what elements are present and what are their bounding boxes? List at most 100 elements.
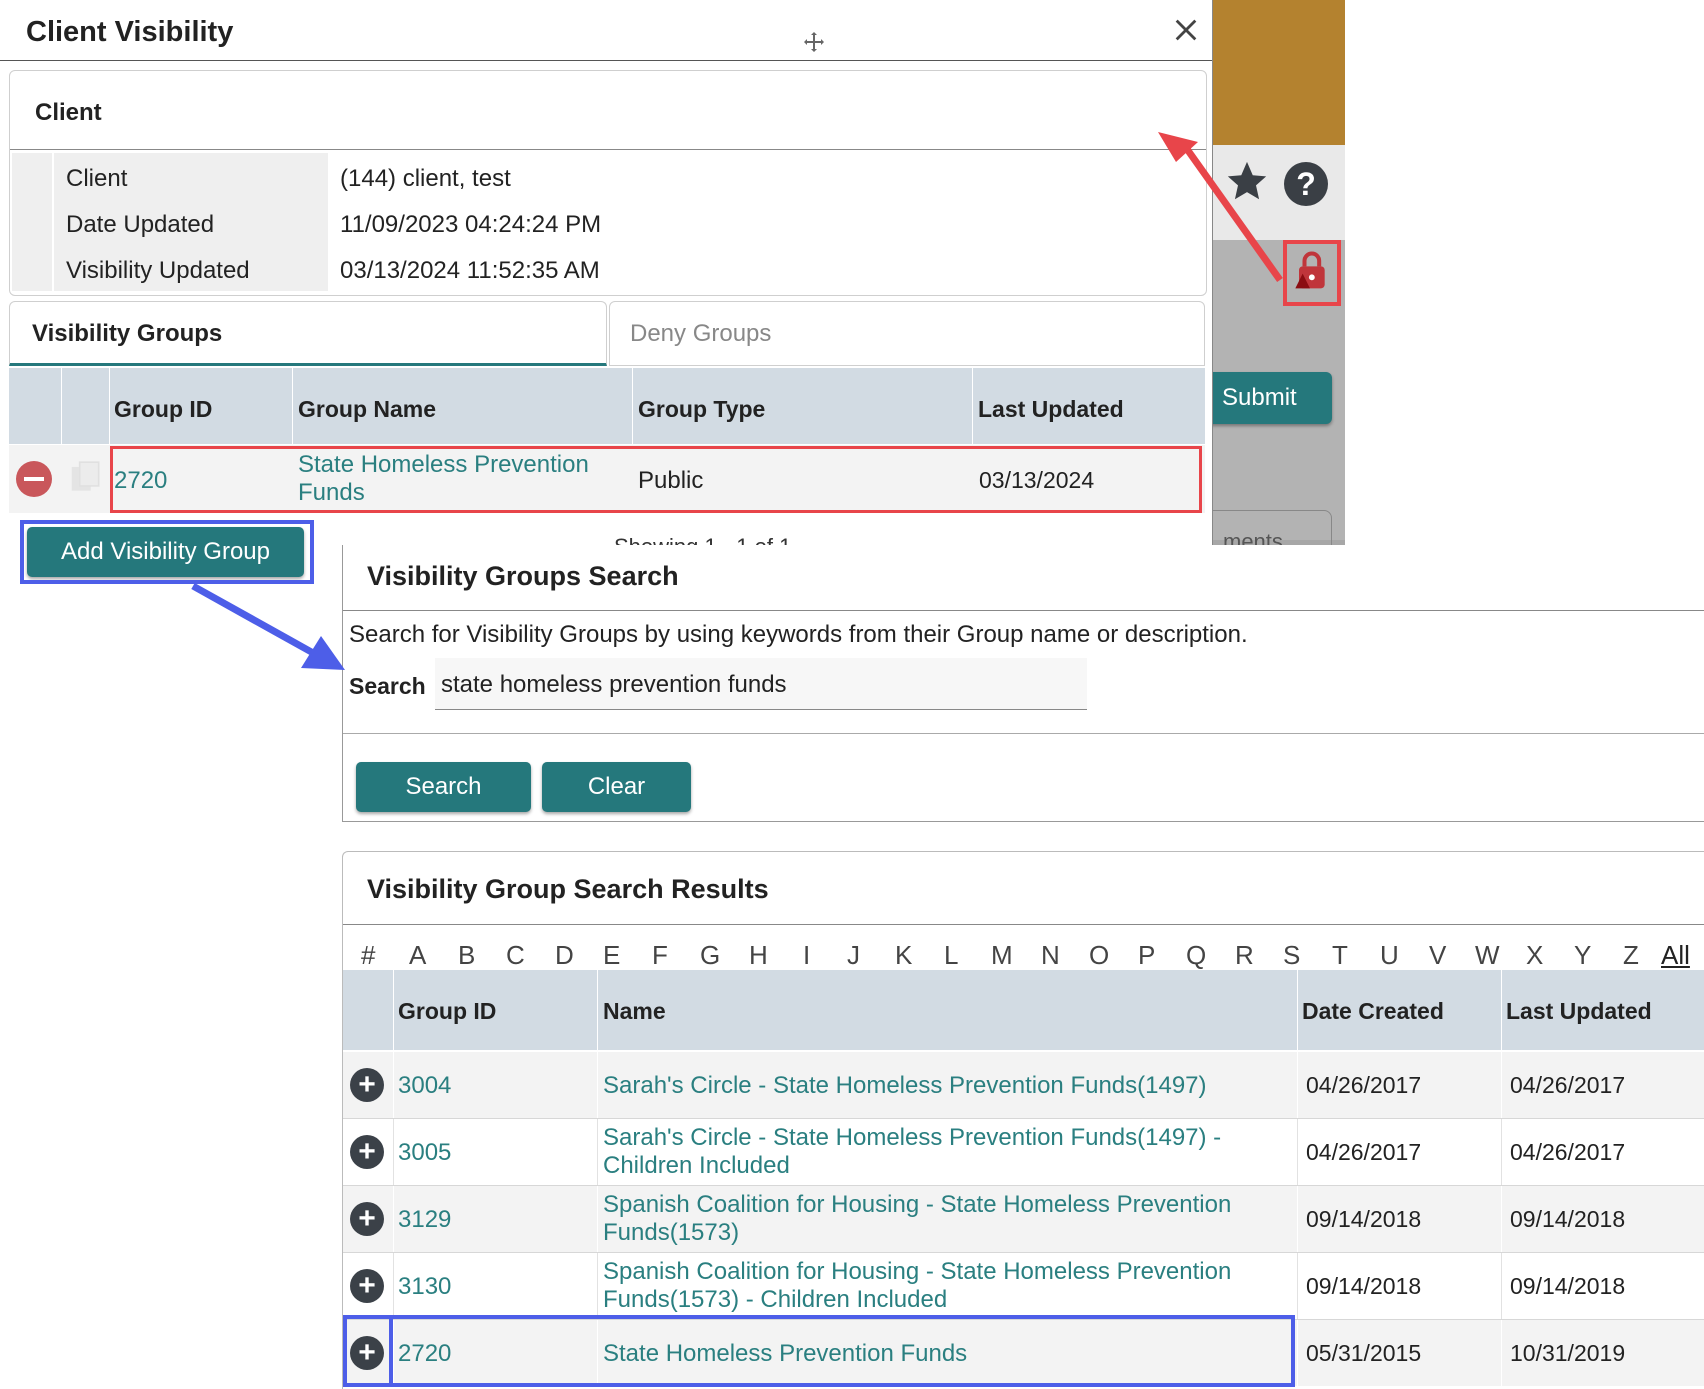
- search-description: Search for Visibility Groups by using ke…: [349, 621, 1248, 648]
- col-header-group-type[interactable]: Group Type: [638, 396, 765, 423]
- close-icon[interactable]: [1172, 16, 1200, 44]
- alpha-filter-hash[interactable]: #: [361, 940, 375, 971]
- results-col-date-created[interactable]: Date Created: [1302, 998, 1444, 1025]
- alpha-filter-n[interactable]: N: [1041, 940, 1060, 971]
- alpha-filter-z[interactable]: Z: [1623, 940, 1639, 971]
- client-section-title: Client: [35, 99, 102, 126]
- alpha-filter-v[interactable]: V: [1429, 940, 1446, 971]
- alpha-filter-i[interactable]: I: [803, 940, 810, 971]
- tab-deny-groups[interactable]: Deny Groups: [609, 301, 1205, 366]
- add-icon[interactable]: +: [350, 1202, 384, 1236]
- alpha-filter-w[interactable]: W: [1475, 940, 1500, 971]
- results-divider: [343, 924, 1704, 925]
- info-value: 03/13/2024 11:52:35 AM: [340, 257, 600, 284]
- annotation-arrow-red: [1158, 132, 1283, 283]
- col-header-group-name[interactable]: Group Name: [298, 396, 436, 423]
- alpha-filter-e[interactable]: E: [603, 940, 620, 971]
- client-visibility-modal: Client Visibility Client Client (144) cl…: [0, 0, 1213, 588]
- result-date-created: 09/14/2018: [1306, 1273, 1422, 1299]
- alpha-filter-p[interactable]: P: [1138, 940, 1155, 971]
- table-row: + 3005 Sarah's Circle - State Homeless P…: [343, 1119, 1704, 1186]
- alpha-filter-t[interactable]: T: [1332, 940, 1348, 971]
- background-tab-partial[interactable]: ments: [1212, 510, 1332, 545]
- result-date-created: 09/14/2018: [1306, 1206, 1422, 1232]
- highlight-add-icon-blue: [343, 1315, 393, 1387]
- clear-button[interactable]: Clear: [542, 762, 691, 812]
- result-group-id-link[interactable]: 3129: [398, 1206, 451, 1234]
- alpha-filter-r[interactable]: R: [1235, 940, 1254, 971]
- results-table-header: Group ID Name Date Created Last Updated: [343, 970, 1704, 1050]
- highlight-add-button-blue: [20, 520, 314, 584]
- alpha-filter-o[interactable]: O: [1089, 940, 1109, 971]
- highlight-lock-red: [1283, 240, 1341, 306]
- result-date-created: 04/26/2017: [1306, 1072, 1422, 1098]
- info-row: Visibility Updated 03/13/2024 11:52:35 A…: [12, 245, 1202, 291]
- info-row: Date Updated 11/09/2023 04:24:24 PM: [12, 199, 1202, 245]
- result-date-created: 04/26/2017: [1306, 1139, 1422, 1165]
- result-name-link[interactable]: Spanish Coalition for Housing - State Ho…: [603, 1258, 1233, 1314]
- result-last-updated: 04/26/2017: [1510, 1139, 1626, 1165]
- result-name-link[interactable]: Spanish Coalition for Housing - State Ho…: [603, 1191, 1233, 1247]
- search-label: Search: [349, 673, 426, 699]
- result-name-link[interactable]: Sarah's Circle - State Homeless Preventi…: [603, 1124, 1293, 1180]
- alpha-filter-all[interactable]: All: [1661, 940, 1690, 971]
- add-icon[interactable]: +: [350, 1068, 384, 1102]
- alpha-filter-d[interactable]: D: [555, 940, 574, 971]
- alpha-filter-x[interactable]: X: [1526, 940, 1543, 971]
- alpha-filter-y[interactable]: Y: [1574, 940, 1591, 971]
- search-panel-divider: [343, 610, 1704, 611]
- alpha-filter-a[interactable]: A: [409, 940, 426, 971]
- copy-icon[interactable]: [67, 459, 105, 497]
- alpha-filter-k[interactable]: K: [895, 940, 912, 971]
- alpha-filter-q[interactable]: Q: [1186, 940, 1206, 971]
- alpha-filter-b[interactable]: B: [458, 940, 475, 971]
- result-last-updated: 09/14/2018: [1510, 1273, 1626, 1299]
- result-group-id-link[interactable]: 3004: [398, 1072, 451, 1100]
- result-last-updated: 09/14/2018: [1510, 1206, 1626, 1232]
- result-last-updated: 04/26/2017: [1510, 1072, 1626, 1098]
- help-icon[interactable]: ?: [1284, 162, 1328, 206]
- tab-visibility-groups[interactable]: Visibility Groups: [9, 301, 607, 366]
- modal-title: Client Visibility: [26, 16, 234, 48]
- client-info-rows: Client (144) client, test Date Updated 1…: [12, 153, 1202, 291]
- modal-header: Client Visibility: [0, 0, 1212, 61]
- background-submit-button[interactable]: Submit: [1212, 372, 1332, 424]
- search-panel-title: Visibility Groups Search: [367, 561, 679, 591]
- result-group-id-link[interactable]: 3130: [398, 1273, 451, 1301]
- table-row: + 3004 Sarah's Circle - State Homeless P…: [343, 1052, 1704, 1119]
- alpha-filter-j[interactable]: J: [847, 940, 860, 971]
- info-label: Client: [54, 153, 328, 199]
- annotation-arrow-blue: [191, 582, 345, 670]
- alpha-filter-c[interactable]: C: [506, 940, 525, 971]
- col-header-group-id[interactable]: Group ID: [114, 396, 212, 423]
- results-title: Visibility Group Search Results: [367, 874, 769, 904]
- results-col-last-updated[interactable]: Last Updated: [1506, 998, 1652, 1025]
- alpha-filter-s[interactable]: S: [1283, 940, 1300, 971]
- alpha-filter-l[interactable]: L: [944, 940, 958, 971]
- result-group-id-link[interactable]: 3005: [398, 1139, 451, 1167]
- search-form-divider: [343, 733, 1704, 734]
- search-button[interactable]: Search: [356, 762, 531, 812]
- alpha-filter-u[interactable]: U: [1380, 940, 1399, 971]
- results-col-name[interactable]: Name: [603, 998, 666, 1025]
- table-row: + 3130 Spanish Coalition for Housing - S…: [343, 1253, 1704, 1320]
- client-card: Client Client (144) client, test Date Up…: [9, 70, 1207, 296]
- alpha-filter-g[interactable]: G: [700, 940, 720, 971]
- results-col-group-id[interactable]: Group ID: [398, 998, 496, 1025]
- info-label: Date Updated: [54, 199, 328, 245]
- search-input[interactable]: state homeless prevention funds: [435, 658, 1087, 710]
- remove-icon[interactable]: [16, 461, 52, 497]
- col-header-last-updated[interactable]: Last Updated: [978, 396, 1124, 423]
- alpha-filter-h[interactable]: H: [749, 940, 768, 971]
- alpha-filter-f[interactable]: F: [652, 940, 668, 971]
- result-last-updated: 10/31/2019: [1510, 1340, 1626, 1366]
- client-card-divider: [10, 149, 1206, 150]
- move-handle-icon[interactable]: [802, 30, 826, 54]
- tab-visibility-groups-label: Visibility Groups: [32, 320, 223, 347]
- result-date-created: 05/31/2015: [1306, 1340, 1422, 1366]
- add-icon[interactable]: +: [350, 1269, 384, 1303]
- result-name-link[interactable]: Sarah's Circle - State Homeless Preventi…: [603, 1072, 1283, 1100]
- search-results-panel: Visibility Group Search Results # A B C …: [342, 851, 1704, 1389]
- add-icon[interactable]: +: [350, 1135, 384, 1169]
- alpha-filter-m[interactable]: M: [991, 940, 1013, 971]
